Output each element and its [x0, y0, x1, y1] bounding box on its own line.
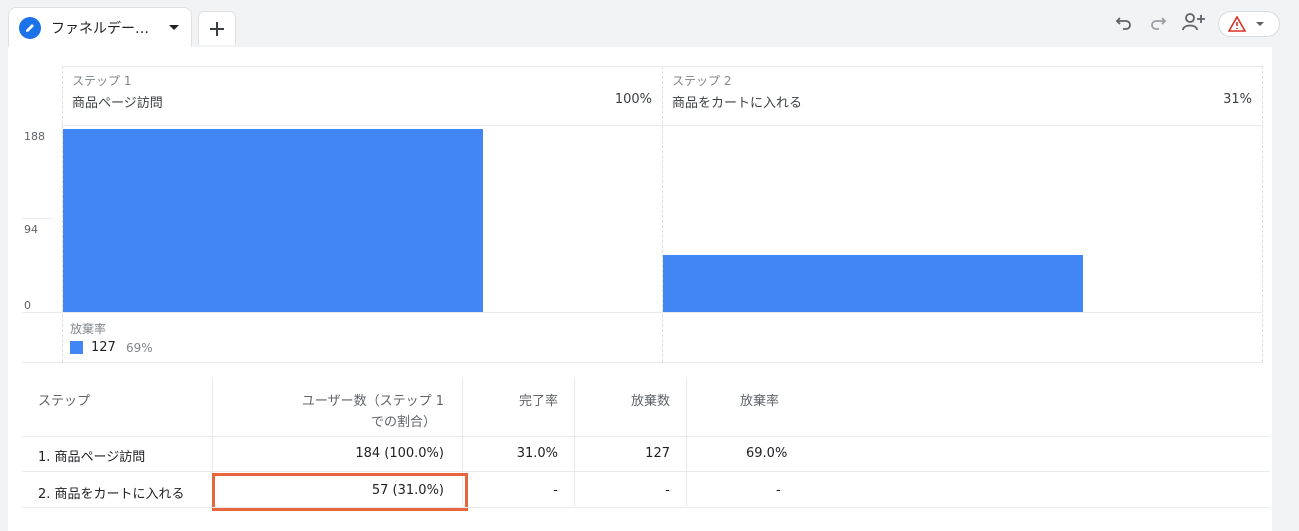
th-step[interactable]: ステップ: [38, 390, 90, 409]
y-tick-bottom: 0: [24, 299, 31, 312]
row1-abandon-rate: 69.0%: [746, 446, 788, 461]
tab-label: ファネルデー…: [51, 20, 149, 37]
header-top-line: [62, 66, 1262, 67]
abandonment-count: 127: [91, 340, 116, 355]
abandonment-swatch: [70, 341, 83, 354]
table-col-separator: [686, 378, 687, 506]
row2-abandon-count: -: [665, 483, 670, 498]
row1-abandon-count: 127: [645, 446, 670, 461]
row1-step: 1. 商品ページ訪問: [38, 450, 146, 465]
share-user-icon[interactable]: [1180, 10, 1208, 34]
warning-dropdown[interactable]: [1218, 11, 1280, 37]
th-abandon-rate[interactable]: 放棄率: [740, 390, 779, 409]
abandonment-label: 放棄率: [70, 322, 107, 336]
add-tab-button[interactable]: [198, 11, 236, 45]
y-tick-top: 188: [24, 130, 45, 143]
row1-users: 184 (100.0%): [355, 446, 444, 461]
funnel-bar-step2[interactable]: [663, 255, 1083, 312]
chart-baseline: [22, 312, 1262, 313]
step-divider: [662, 66, 663, 362]
step2-label: ステップ 2: [672, 74, 732, 88]
step2-percent: 31%: [1223, 92, 1252, 107]
table-bottom-divider: [22, 507, 1270, 508]
tab-funnel[interactable]: ファネルデー…: [8, 7, 192, 47]
row2-abandon-rate: -: [776, 483, 781, 498]
step1-label: ステップ 1: [72, 74, 132, 88]
step2-right-divider: [1262, 66, 1263, 362]
table-header-divider: [22, 436, 1270, 437]
chart-bottom-line: [22, 362, 1262, 363]
th-completion[interactable]: 完了率: [472, 390, 558, 409]
th-abandon-count[interactable]: 放棄数: [584, 390, 670, 409]
row2-completion: -: [553, 483, 558, 498]
undo-icon[interactable]: [1112, 10, 1136, 34]
pencil-icon: [19, 16, 41, 39]
step1-name: 商品ページ訪問: [72, 96, 163, 111]
chevron-down-icon[interactable]: [169, 25, 179, 30]
table-row-divider: [22, 471, 1270, 472]
row2-step: 2. 商品をカートに入れる: [38, 487, 185, 502]
funnel-bar-step1[interactable]: [63, 129, 483, 312]
row2-users: 57 (31.0%): [371, 483, 444, 498]
abandonment-percent: 69%: [126, 341, 153, 355]
row1-completion: 31.0%: [516, 446, 558, 461]
th-users-line1[interactable]: ユーザー数（ステップ 1: [222, 390, 444, 409]
plus-icon: [210, 21, 224, 36]
table-col-separator: [574, 378, 575, 506]
header-bottom-line: [62, 125, 1262, 126]
y-mid-gridline: [22, 218, 52, 219]
step1-percent: 100%: [614, 92, 652, 107]
redo-icon[interactable]: [1146, 10, 1170, 34]
th-users-line2[interactable]: での割合）: [222, 411, 436, 430]
warning-icon: [1228, 16, 1246, 32]
step2-name: 商品をカートに入れる: [672, 96, 803, 111]
y-tick-mid: 94: [24, 223, 38, 236]
chevron-down-icon[interactable]: [1256, 22, 1264, 26]
